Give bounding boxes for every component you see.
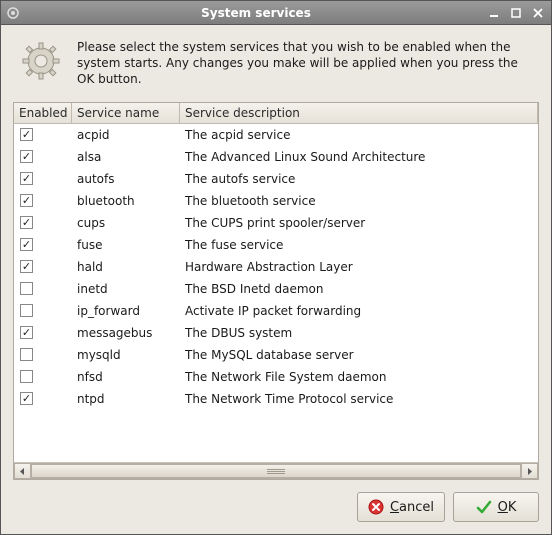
enabled-checkbox[interactable] bbox=[20, 282, 33, 295]
ok-label: OK bbox=[498, 500, 517, 515]
maximize-button[interactable] bbox=[507, 5, 525, 21]
cell-service-description: Activate IP packet forwarding bbox=[180, 302, 538, 320]
window: System services bbox=[0, 0, 552, 535]
cell-service-description: The bluetooth service bbox=[180, 192, 538, 210]
table-row[interactable]: inetdThe BSD Inetd daemon bbox=[14, 278, 538, 300]
cell-enabled bbox=[14, 126, 72, 143]
cell-service-name: inetd bbox=[72, 280, 180, 298]
table-row[interactable]: alsaThe Advanced Linux Sound Architectur… bbox=[14, 146, 538, 168]
cancel-button[interactable]: Cancel bbox=[357, 492, 445, 522]
scroll-track[interactable] bbox=[31, 463, 521, 479]
cell-enabled bbox=[14, 368, 72, 385]
cell-service-description: The MySQL database server bbox=[180, 346, 538, 364]
intro: Please select the system services that y… bbox=[13, 37, 539, 92]
table-row[interactable]: fuseThe fuse service bbox=[14, 234, 538, 256]
enabled-checkbox[interactable] bbox=[20, 392, 33, 405]
table-row[interactable]: bluetoothThe bluetooth service bbox=[14, 190, 538, 212]
column-header-enabled[interactable]: Enabled bbox=[14, 103, 72, 123]
cell-service-name: hald bbox=[72, 258, 180, 276]
cell-service-description: The CUPS print spooler/server bbox=[180, 214, 538, 232]
enabled-checkbox[interactable] bbox=[20, 260, 33, 273]
cell-enabled bbox=[14, 346, 72, 363]
cell-service-description: Hardware Abstraction Layer bbox=[180, 258, 538, 276]
cell-service-name: ntpd bbox=[72, 390, 180, 408]
window-title: System services bbox=[27, 6, 485, 20]
cell-service-description: The Advanced Linux Sound Architecture bbox=[180, 148, 538, 166]
table-body: acpidThe acpid servicealsaThe Advanced L… bbox=[14, 124, 538, 462]
scroll-left-button[interactable] bbox=[14, 463, 31, 479]
cell-service-description: The Network File System daemon bbox=[180, 368, 538, 386]
table-row[interactable]: autofsThe autofs service bbox=[14, 168, 538, 190]
cell-enabled bbox=[14, 280, 72, 297]
table-row[interactable]: mysqldThe MySQL database server bbox=[14, 344, 538, 366]
table-header: Enabled Service name Service description bbox=[14, 103, 538, 124]
horizontal-scrollbar[interactable] bbox=[14, 462, 538, 479]
content: Please select the system services that y… bbox=[1, 25, 551, 534]
intro-text: Please select the system services that y… bbox=[77, 39, 533, 88]
cell-service-name: fuse bbox=[72, 236, 180, 254]
cell-enabled bbox=[14, 148, 72, 165]
cell-enabled bbox=[14, 302, 72, 319]
table-row[interactable]: ip_forwardActivate IP packet forwarding bbox=[14, 300, 538, 322]
cell-service-description: The DBUS system bbox=[180, 324, 538, 342]
scroll-right-button[interactable] bbox=[521, 463, 538, 479]
cell-service-name: ip_forward bbox=[72, 302, 180, 320]
cell-service-name: nfsd bbox=[72, 368, 180, 386]
cell-service-description: The acpid service bbox=[180, 126, 538, 144]
enabled-checkbox[interactable] bbox=[20, 172, 33, 185]
enabled-checkbox[interactable] bbox=[20, 238, 33, 251]
cell-enabled bbox=[14, 236, 72, 253]
enabled-checkbox[interactable] bbox=[20, 304, 33, 317]
cancel-icon bbox=[368, 499, 384, 515]
table-row[interactable]: acpidThe acpid service bbox=[14, 124, 538, 146]
table-row[interactable]: messagebusThe DBUS system bbox=[14, 322, 538, 344]
close-button[interactable] bbox=[529, 5, 547, 21]
app-icon bbox=[5, 5, 21, 21]
cell-service-name: mysqld bbox=[72, 346, 180, 364]
titlebar[interactable]: System services bbox=[1, 1, 551, 25]
enabled-checkbox[interactable] bbox=[20, 194, 33, 207]
enabled-checkbox[interactable] bbox=[20, 216, 33, 229]
table-row[interactable]: cupsThe CUPS print spooler/server bbox=[14, 212, 538, 234]
enabled-checkbox[interactable] bbox=[20, 348, 33, 361]
cell-enabled bbox=[14, 324, 72, 341]
cell-service-description: The Network Time Protocol service bbox=[180, 390, 538, 408]
cell-enabled bbox=[14, 192, 72, 209]
enabled-checkbox[interactable] bbox=[20, 370, 33, 383]
cell-service-description: The autofs service bbox=[180, 170, 538, 188]
window-controls bbox=[485, 5, 547, 21]
column-header-name[interactable]: Service name bbox=[72, 103, 180, 123]
enabled-checkbox[interactable] bbox=[20, 128, 33, 141]
minimize-button[interactable] bbox=[485, 5, 503, 21]
column-header-description[interactable]: Service description bbox=[180, 103, 538, 123]
table-row[interactable]: ntpdThe Network Time Protocol service bbox=[14, 388, 538, 410]
enabled-checkbox[interactable] bbox=[20, 326, 33, 339]
button-bar: Cancel OK bbox=[13, 490, 539, 522]
ok-icon bbox=[476, 499, 492, 515]
table-row[interactable]: haldHardware Abstraction Layer bbox=[14, 256, 538, 278]
cell-service-name: messagebus bbox=[72, 324, 180, 342]
cancel-label: Cancel bbox=[390, 500, 434, 515]
scroll-thumb[interactable] bbox=[31, 464, 521, 478]
services-table: Enabled Service name Service description… bbox=[13, 102, 539, 480]
table-row[interactable]: nfsdThe Network File System daemon bbox=[14, 366, 538, 388]
cell-service-name: bluetooth bbox=[72, 192, 180, 210]
ok-button[interactable]: OK bbox=[453, 492, 539, 522]
gear-icon bbox=[19, 39, 63, 83]
cell-enabled bbox=[14, 258, 72, 275]
cell-service-name: alsa bbox=[72, 148, 180, 166]
cell-service-name: cups bbox=[72, 214, 180, 232]
cell-service-name: acpid bbox=[72, 126, 180, 144]
cell-service-name: autofs bbox=[72, 170, 180, 188]
enabled-checkbox[interactable] bbox=[20, 150, 33, 163]
cell-service-description: The BSD Inetd daemon bbox=[180, 280, 538, 298]
cell-service-description: The fuse service bbox=[180, 236, 538, 254]
cell-enabled bbox=[14, 390, 72, 407]
cell-enabled bbox=[14, 170, 72, 187]
cell-enabled bbox=[14, 214, 72, 231]
